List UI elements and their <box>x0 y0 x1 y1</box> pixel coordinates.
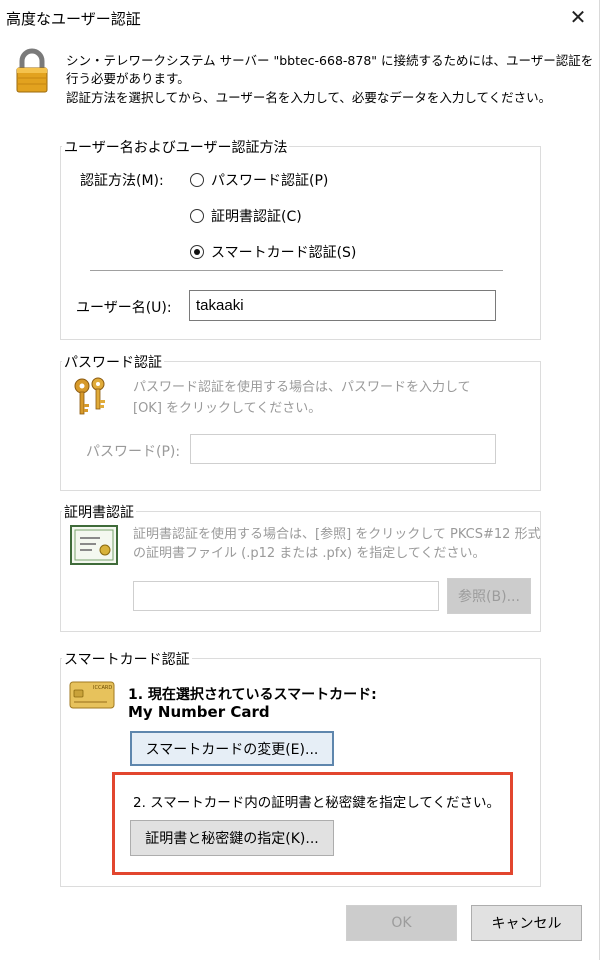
password-auth-group-title: パスワード認証 <box>62 352 164 372</box>
auth-method-label: 認証方法(M): <box>80 173 164 189</box>
smartcard-icon: ICCARD <box>69 681 115 709</box>
window-title: 高度なユーザー認証 <box>6 10 141 28</box>
radio-label: 証明書認証(C) <box>211 209 302 225</box>
username-input[interactable] <box>189 290 496 321</box>
change-smartcard-button[interactable]: スマートカードの変更(E)... <box>130 731 334 766</box>
step2-instruction: 2. スマートカード内の証明書と秘密鍵を指定してください。 <box>133 795 500 811</box>
radio-indicator <box>190 209 204 223</box>
radio-certificate-auth[interactable]: 証明書認証(C) <box>190 206 302 226</box>
password-hint-line-1: パスワード認証を使用する場合は、パスワードを入力して <box>133 380 471 395</box>
intro-line-2: 行う必要があります。 <box>66 71 190 86</box>
radio-smartcard-auth[interactable]: スマートカード認証(S) <box>190 242 356 262</box>
ok-button[interactable]: OK <box>346 905 457 941</box>
certificate-icon <box>70 525 118 565</box>
title-bar: 高度なユーザー認証 ✕ <box>0 0 600 36</box>
cancel-button[interactable]: キャンセル <box>471 905 582 941</box>
radio-indicator <box>190 173 204 187</box>
intro-line-1: シン・テレワークシステム サーバー "bbtec-668-878" に接続するた… <box>66 53 594 68</box>
password-label: パスワード(P): <box>86 444 181 460</box>
certificate-hint-line-1: 証明書認証を使用する場合は、[参照] をクリックして PKCS#12 形式 <box>133 527 541 542</box>
dialog-window: 高度なユーザー認証 ✕ シン・テレワークシステム サーバー "bbtec-668… <box>0 0 600 960</box>
radio-password-auth[interactable]: パスワード認証(P) <box>190 170 328 190</box>
certificate-file-input[interactable] <box>133 581 439 611</box>
divider <box>90 270 503 271</box>
certificate-hint-line-2: の証明書ファイル (.p12 または .pfx) を指定してください。 <box>133 546 486 561</box>
radio-label: パスワード認証(P) <box>211 173 329 189</box>
card-icon-text: ICCARD <box>93 685 112 691</box>
certificate-auth-group-title: 証明書認証 <box>62 502 136 522</box>
selected-card-name: My Number Card <box>128 703 270 721</box>
smartcard-auth-group-title: スマートカード認証 <box>62 649 192 669</box>
username-label: ユーザー名(U): <box>76 300 172 316</box>
selected-card-heading: 1. 現在選択されているスマートカード: <box>128 687 377 703</box>
close-icon: ✕ <box>569 5 587 29</box>
radio-indicator-selected <box>190 245 204 259</box>
intro-line-3: 認証方法を選択してから、ユーザー名を入力して、必要なデータを入力してください。 <box>66 90 552 105</box>
password-hint-line-2: [OK] をクリックしてください。 <box>133 401 322 416</box>
browse-button[interactable]: 参照(B)... <box>447 578 531 614</box>
user-auth-group-title: ユーザー名およびユーザー認証方法 <box>62 137 290 157</box>
password-input[interactable] <box>190 434 496 464</box>
specify-cert-key-button[interactable]: 証明書と秘密鍵の指定(K)... <box>130 820 334 856</box>
radio-label: スマートカード認証(S) <box>211 245 357 261</box>
keys-icon <box>70 376 116 420</box>
lock-icon <box>14 48 50 94</box>
close-button[interactable]: ✕ <box>556 0 600 34</box>
